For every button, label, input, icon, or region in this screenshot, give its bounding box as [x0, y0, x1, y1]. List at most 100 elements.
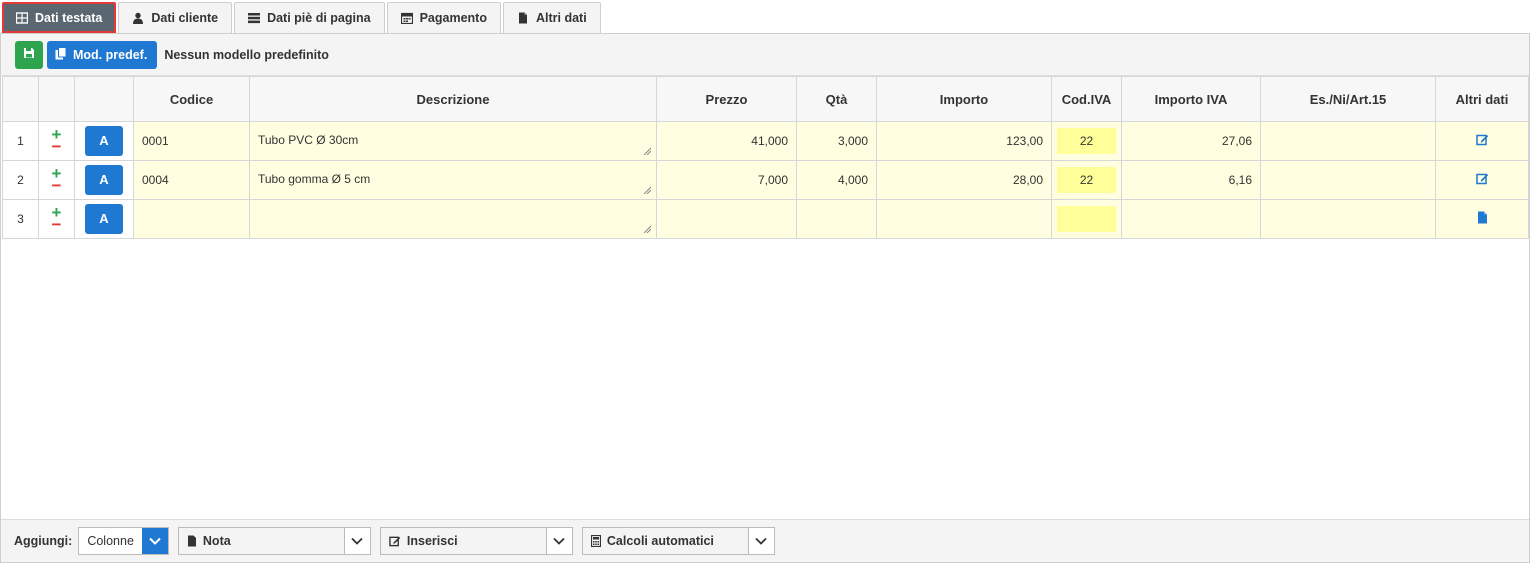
- col-header-qta[interactable]: Qtà: [796, 76, 877, 122]
- chevron-down-icon[interactable]: [545, 528, 572, 554]
- col-header-altri-dati[interactable]: Altri dati: [1435, 76, 1529, 122]
- tab-label: Dati piè di pagina: [267, 11, 371, 25]
- calcoli-automatici-label: Calcoli automatici: [606, 534, 714, 548]
- cod-iva-cell[interactable]: [1051, 199, 1122, 239]
- inserisci-label: Inserisci: [406, 534, 458, 548]
- altri-dati-cell: [1435, 160, 1529, 200]
- qta-cell[interactable]: 4,000: [796, 160, 877, 200]
- inserisci-button[interactable]: Inserisci: [380, 528, 546, 554]
- minus-icon[interactable]: −: [39, 138, 74, 155]
- inserisci-select[interactable]: Inserisci: [379, 527, 573, 555]
- col-header-codice[interactable]: Codice: [133, 76, 250, 122]
- row-a-button[interactable]: A: [85, 204, 123, 234]
- file-icon[interactable]: [1477, 211, 1488, 224]
- toolbar: Mod. predef. Nessun modello predefinito: [1, 34, 1529, 76]
- row-number: 2: [2, 160, 39, 200]
- nota-button[interactable]: Nota: [178, 528, 344, 554]
- importo-iva-cell[interactable]: 6,16: [1121, 160, 1261, 200]
- importo-iva-cell[interactable]: [1121, 199, 1261, 239]
- importo-iva-cell[interactable]: 27,06: [1121, 121, 1261, 161]
- descrizione-text: Tubo gomma Ø 5 cm: [258, 172, 371, 186]
- calculator-icon: [590, 535, 601, 547]
- col-header: [2, 76, 39, 122]
- file-icon: [187, 535, 196, 547]
- descrizione-cell[interactable]: Tubo PVC Ø 30cm: [249, 121, 657, 161]
- cod-iva-value: 22: [1057, 167, 1116, 193]
- prezzo-cell[interactable]: 7,000: [656, 160, 797, 200]
- qta-cell[interactable]: [796, 199, 877, 239]
- col-header-descrizione[interactable]: Descrizione: [249, 76, 657, 122]
- importo-cell[interactable]: [876, 199, 1052, 239]
- edit-icon[interactable]: [1475, 133, 1489, 146]
- col-header-importo-iva[interactable]: Importo IVA: [1121, 76, 1261, 122]
- row-a-button[interactable]: A: [85, 126, 123, 156]
- colonne-select[interactable]: Colonne: [78, 527, 169, 555]
- cod-iva-value: [1057, 206, 1116, 232]
- row-add-remove: + −: [38, 199, 75, 239]
- es-ni-art15-cell[interactable]: [1260, 121, 1436, 161]
- tab-bar: Dati testata Dati cliente Dati piè di pa…: [0, 0, 1530, 33]
- table-row: 3 + − A: [2, 199, 1529, 239]
- chevron-down-icon[interactable]: [343, 528, 370, 554]
- descrizione-cell[interactable]: [249, 199, 657, 239]
- table-header-row: Codice Descrizione Prezzo Qtà Importo Co…: [2, 76, 1529, 122]
- prezzo-cell[interactable]: [656, 199, 797, 239]
- tab-label: Dati testata: [35, 11, 103, 25]
- resize-handle-icon[interactable]: [643, 147, 651, 155]
- copy-icon: [55, 46, 67, 63]
- default-model-text: Nessun modello predefinito: [164, 47, 329, 62]
- save-icon: [23, 47, 35, 62]
- row-add-remove: + −: [38, 121, 75, 161]
- tab-label: Altri dati: [535, 11, 587, 25]
- file-icon: [517, 12, 529, 24]
- resize-handle-icon[interactable]: [643, 186, 651, 194]
- codice-cell[interactable]: 0001: [133, 121, 250, 161]
- row-a-button[interactable]: A: [85, 165, 123, 195]
- cod-iva-cell[interactable]: 22: [1051, 121, 1122, 161]
- col-header-importo[interactable]: Importo: [876, 76, 1052, 122]
- list-icon: [248, 12, 261, 24]
- prezzo-cell[interactable]: 41,000: [656, 121, 797, 161]
- col-header-es-ni-art15[interactable]: Es./Ni/Art.15: [1260, 76, 1436, 122]
- save-button[interactable]: [15, 40, 43, 69]
- col-header-cod-iva[interactable]: Cod.IVA: [1051, 76, 1122, 122]
- descrizione-text: Tubo PVC Ø 30cm: [258, 133, 359, 147]
- mod-predef-label: Mod. predef.: [73, 47, 148, 62]
- tab-dati-testata[interactable]: Dati testata: [2, 2, 117, 33]
- tab-altri-dati[interactable]: Altri dati: [502, 2, 601, 33]
- cod-iva-cell[interactable]: 22: [1051, 160, 1122, 200]
- main-panel: Mod. predef. Nessun modello predefinito …: [0, 33, 1530, 563]
- resize-handle-icon[interactable]: [643, 225, 651, 233]
- qta-cell[interactable]: 3,000: [796, 121, 877, 161]
- tab-dati-pie-di-pagina[interactable]: Dati piè di pagina: [234, 2, 385, 33]
- col-header: [74, 76, 134, 122]
- edit-icon[interactable]: [1475, 172, 1489, 185]
- codice-cell[interactable]: [133, 199, 250, 239]
- calcoli-automatici-select[interactable]: Calcoli automatici: [581, 527, 775, 555]
- table-row: 2 + − A 0004 Tubo gomma Ø 5 cm 7,000 4,0…: [2, 160, 1529, 200]
- es-ni-art15-cell[interactable]: [1260, 160, 1436, 200]
- minus-icon[interactable]: −: [39, 177, 74, 194]
- row-action-cell: A: [74, 160, 134, 200]
- aggiungi-label: Aggiungi:: [14, 534, 73, 548]
- tab-dati-cliente[interactable]: Dati cliente: [118, 2, 233, 33]
- tab-pagamento[interactable]: Pagamento: [386, 2, 501, 33]
- colonne-value: Colonne: [87, 534, 134, 548]
- mod-predef-button[interactable]: Mod. predef.: [47, 40, 158, 69]
- calcoli-automatici-button[interactable]: Calcoli automatici: [582, 528, 748, 554]
- row-action-cell: A: [74, 121, 134, 161]
- chevron-down-icon[interactable]: [747, 528, 774, 554]
- chevron-down-icon[interactable]: [141, 528, 168, 554]
- importo-cell[interactable]: 28,00: [876, 160, 1052, 200]
- tab-label: Dati cliente: [151, 11, 219, 25]
- minus-icon[interactable]: −: [39, 216, 74, 233]
- nota-select[interactable]: Nota: [177, 527, 371, 555]
- col-header-prezzo[interactable]: Prezzo: [656, 76, 797, 122]
- importo-cell[interactable]: 123,00: [876, 121, 1052, 161]
- es-ni-art15-cell[interactable]: [1260, 199, 1436, 239]
- cod-iva-value: 22: [1057, 128, 1116, 154]
- items-table: Codice Descrizione Prezzo Qtà Importo Co…: [2, 76, 1529, 239]
- codice-cell[interactable]: 0004: [133, 160, 250, 200]
- row-action-cell: A: [74, 199, 134, 239]
- descrizione-cell[interactable]: Tubo gomma Ø 5 cm: [249, 160, 657, 200]
